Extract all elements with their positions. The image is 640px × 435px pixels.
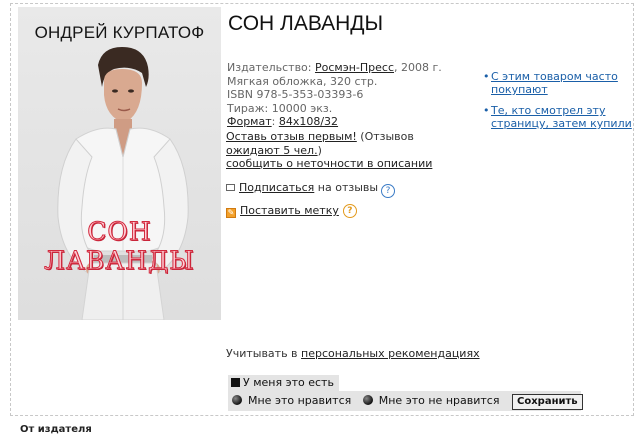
publisher-label: Издательство: [227, 61, 315, 74]
bullet: • [483, 70, 490, 83]
page-title: СОН ЛАВАНДЫ [228, 12, 384, 35]
review-block: Оставь отзыв первым! (Отзывов ожидают 5 … [226, 130, 476, 171]
format-label-link[interactable]: Формат [227, 115, 272, 128]
waiting-suffix: ) [317, 143, 322, 157]
help-icon[interactable]: ? [342, 204, 357, 218]
binding-line: Мягкая обложка, 320 стр. [227, 74, 378, 88]
also-viewed-link[interactable]: Те, кто смотрел эту страницу, затем купи… [491, 104, 632, 130]
rating-panel: Мне это нравится Мне это не нравится Сох… [228, 391, 583, 411]
book-meta: Издательство: Росмэн-Пресс, 2008 г. Мягк… [227, 61, 489, 129]
like-label: Мне это нравится [248, 394, 352, 407]
review-line: Оставь отзыв первым! (Отзывов [226, 130, 476, 144]
have-it-label: У меня это есть [243, 376, 334, 389]
pencil-tag-icon: ✎ [226, 208, 236, 218]
print-run-line: Тираж: 10000 экз. [227, 101, 333, 115]
isbn-line: ISBN 978-5-353-03393-6 [227, 88, 364, 101]
recommendations-prefix: Учитывать в [226, 347, 302, 360]
subscribe-link[interactable]: Подписаться [239, 181, 314, 194]
help-icon[interactable]: ? [381, 184, 396, 198]
report-error-link[interactable]: сообщить о неточности в описании [226, 157, 432, 170]
bullet: • [483, 104, 490, 117]
like-radio[interactable] [232, 395, 242, 405]
publisher-link[interactable]: Росмэн-Пресс [315, 61, 394, 74]
book-cover-image[interactable]: ОНДРЕЙ КУРПАТОФ СОН ЛАВАНДЫ [18, 7, 221, 320]
publisher-section-heading: От издателя [20, 424, 92, 435]
leave-review-link[interactable]: Оставь отзыв первым! [226, 130, 357, 143]
cover-title-text: СОН ЛАВАНДЫ [44, 217, 195, 276]
waiting-link[interactable]: ожидают 5 чел. [226, 144, 318, 157]
waiting-prefix: (Отзывов [356, 130, 414, 143]
have-it-checkbox[interactable] [231, 378, 240, 387]
related-item: • С этим товаром часто покупают [483, 70, 633, 96]
publisher-year: , 2008 г. [394, 61, 442, 74]
dislike-label: Мне это не нравится [378, 394, 500, 407]
add-tag-link[interactable]: Поставить метку [240, 204, 339, 217]
subscribe-row: Подписаться на отзывы? [226, 181, 396, 198]
ownership-panel: У меня это есть [228, 375, 339, 391]
format-value-link[interactable]: 84x108/32 [279, 115, 338, 128]
waiting-line: ожидают 5 чел.) [226, 144, 476, 158]
related-links: • С этим товаром часто покупают • Те, кт… [483, 70, 633, 138]
envelope-icon [226, 184, 235, 191]
related-item: • Те, кто смотрел эту страницу, затем ку… [483, 104, 633, 130]
save-button[interactable]: Сохранить [512, 394, 583, 410]
tag-row: ✎ Поставить метку? [226, 204, 357, 218]
format-line: Формат: 84x108/32 [227, 115, 339, 128]
subscribe-suffix: на отзывы [314, 181, 379, 194]
recommendations-row: Учитывать в персональных рекомендациях [226, 347, 480, 360]
personal-recommendations-link[interactable]: персональных рекомендациях [301, 347, 480, 360]
publisher-line: Издательство: Росмэн-Пресс, 2008 г. [227, 61, 489, 75]
also-bought-link[interactable]: С этим товаром часто покупают [491, 70, 618, 96]
dislike-radio[interactable] [362, 395, 373, 405]
